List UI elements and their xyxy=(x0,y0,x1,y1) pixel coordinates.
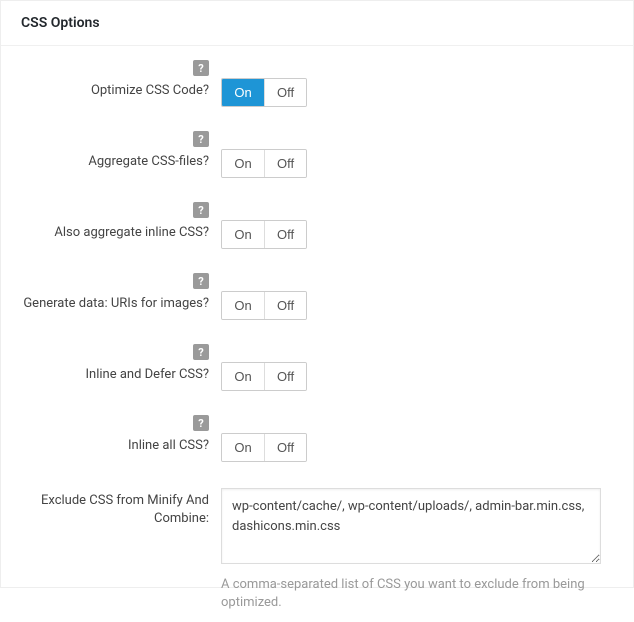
row-exclude-css: Exclude CSS from Minify And Combine: A c… xyxy=(1,472,633,622)
label-data-uris: Generate data: URIs for images? xyxy=(23,295,209,313)
toggle-off-button[interactable]: Off xyxy=(264,79,306,106)
toggle-aggregate-css: On Off xyxy=(221,149,307,178)
control-col: On Off xyxy=(221,46,613,117)
panel-heading: CSS Options xyxy=(1,1,633,46)
row-data-uris: ? Generate data: URIs for images? On Off xyxy=(1,259,633,330)
label-col: ? Generate data: URIs for images? xyxy=(21,259,221,313)
help-icon[interactable]: ? xyxy=(193,202,209,218)
control-col: On Off xyxy=(221,188,613,259)
toggle-inline-all-css: On Off xyxy=(221,433,307,462)
toggle-off-button[interactable]: Off xyxy=(264,292,306,319)
toggle-on-button[interactable]: On xyxy=(222,79,264,106)
label-inline-all-css: Inline all CSS? xyxy=(128,437,209,455)
help-icon[interactable]: ? xyxy=(193,131,209,147)
css-options-panel: CSS Options ? Optimize CSS Code? On Off … xyxy=(0,0,634,588)
label-col: ? Aggregate CSS-files? xyxy=(21,117,221,171)
row-aggregate-css: ? Aggregate CSS-files? On Off xyxy=(1,117,633,188)
label-optimize-css: Optimize CSS Code? xyxy=(91,82,209,100)
help-icon[interactable]: ? xyxy=(193,344,209,360)
options-form: ? Optimize CSS Code? On Off ? Aggregate … xyxy=(1,46,633,622)
label-aggregate-css: Aggregate CSS-files? xyxy=(88,153,209,171)
toggle-off-button[interactable]: Off xyxy=(264,363,306,390)
toggle-off-button[interactable]: Off xyxy=(264,434,306,461)
exclude-css-textarea[interactable] xyxy=(221,488,601,564)
toggle-off-button[interactable]: Off xyxy=(264,150,306,177)
label-col: ? Inline and Defer CSS? xyxy=(21,330,221,384)
row-optimize-css: ? Optimize CSS Code? On Off xyxy=(1,46,633,117)
toggle-optimize-css: On Off xyxy=(221,78,307,107)
row-inline-all-css: ? Inline all CSS? On Off xyxy=(1,401,633,472)
toggle-on-button[interactable]: On xyxy=(222,150,264,177)
label-col: ? Inline all CSS? xyxy=(21,401,221,455)
control-col: On Off xyxy=(221,401,613,472)
help-icon[interactable]: ? xyxy=(193,60,209,76)
control-col: On Off xyxy=(221,259,613,330)
toggle-on-button[interactable]: On xyxy=(222,434,264,461)
exclude-css-description: A comma-separated list of CSS you want t… xyxy=(221,576,601,612)
label-col: ? Also aggregate inline CSS? xyxy=(21,188,221,242)
toggle-off-button[interactable]: Off xyxy=(264,221,306,248)
control-col: On Off xyxy=(221,330,613,401)
help-icon[interactable]: ? xyxy=(193,415,209,431)
toggle-aggregate-inline-css: On Off xyxy=(221,220,307,249)
label-inline-defer-css: Inline and Defer CSS? xyxy=(86,366,210,384)
help-icon[interactable]: ? xyxy=(193,273,209,289)
toggle-on-button[interactable]: On xyxy=(222,363,264,390)
row-aggregate-inline-css: ? Also aggregate inline CSS? On Off xyxy=(1,188,633,259)
label-col: Exclude CSS from Minify And Combine: xyxy=(21,472,221,528)
label-col: ? Optimize CSS Code? xyxy=(21,46,221,100)
toggle-on-button[interactable]: On xyxy=(222,221,264,248)
toggle-inline-defer-css: On Off xyxy=(221,362,307,391)
row-inline-defer-css: ? Inline and Defer CSS? On Off xyxy=(1,330,633,401)
label-exclude-css: Exclude CSS from Minify And Combine: xyxy=(21,492,209,528)
toggle-on-button[interactable]: On xyxy=(222,292,264,319)
toggle-data-uris: On Off xyxy=(221,291,307,320)
label-aggregate-inline-css: Also aggregate inline CSS? xyxy=(54,224,209,242)
control-col: A comma-separated list of CSS you want t… xyxy=(221,472,613,622)
control-col: On Off xyxy=(221,117,613,188)
